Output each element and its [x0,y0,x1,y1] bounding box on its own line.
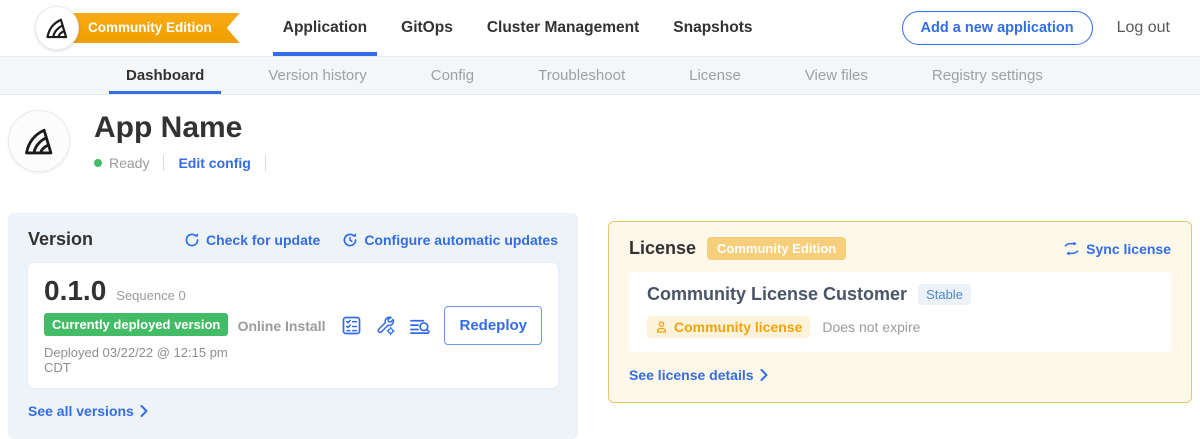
chevron-right-icon [760,369,768,381]
tab-view-files[interactable]: View files [788,57,885,94]
check-for-update-link[interactable]: Check for update [184,232,320,248]
preflight-checks-icon[interactable] [341,315,362,336]
brand: Community Edition [35,6,240,50]
nav-item-snapshots[interactable]: Snapshots [663,0,762,56]
chevron-right-icon [140,405,148,417]
configure-automatic-updates-label: Configure automatic updates [364,232,558,248]
channel-badge: Stable [918,284,971,305]
redeploy-button[interactable]: Redeploy [444,306,542,345]
tab-license[interactable]: License [672,57,758,94]
install-type-label: Online Install [238,318,326,334]
license-details-panel: Community License Customer Stable Commun… [629,272,1171,352]
see-all-versions-link[interactable]: See all versions [28,403,148,419]
edit-config-link[interactable]: Edit config [178,155,250,171]
license-card: License Community Edition Sync license C… [608,221,1192,403]
license-card-header: License Community Edition Sync license [629,237,1171,260]
logout-button[interactable]: Log out [1117,19,1170,37]
replicated-logo[interactable] [35,6,79,50]
deployed-timestamp: Deployed 03/22/22 @ 12:15 pm CDT [44,345,238,375]
version-actions: Online Install [238,306,542,345]
primary-nav: Application GitOps Cluster Management Sn… [266,0,770,56]
version-card-header: Version Check for update Configure au [28,229,558,250]
tab-config[interactable]: Config [414,57,491,94]
replicated-mark-icon [44,15,70,41]
community-edition-ribbon: Community Edition [64,13,240,43]
license-type-label: Community license [674,319,802,335]
app-logo-icon [22,124,56,158]
ready-status-dot [94,159,102,167]
license-card-actions: Sync license [1063,241,1171,257]
divider [265,155,266,171]
license-type-badge: Community license [647,316,810,338]
app-header: App Name Ready Edit config [0,95,1200,208]
refresh-icon [184,232,200,248]
tab-dashboard[interactable]: Dashboard [109,57,221,94]
app-status-row: Ready Edit config [94,155,280,171]
customer-name: Community License Customer [647,284,907,305]
configure-automatic-updates-link[interactable]: Configure automatic updates [342,232,558,248]
app-subnav: Dashboard Version history Config Trouble… [0,57,1200,95]
license-edition-badge: Community Edition [707,237,846,260]
version-card-actions: Check for update Configure automatic upd… [184,232,558,248]
expiration-text: Does not expire [822,319,920,335]
version-number: 0.1.0 [44,276,106,306]
license-card-title: License [629,238,696,259]
nav-item-gitops[interactable]: GitOps [391,0,463,56]
config-wrench-icon[interactable] [375,315,396,336]
check-for-update-label: Check for update [206,232,320,248]
tab-version-history[interactable]: Version history [251,57,383,94]
divider [163,155,164,171]
page-title: App Name [94,110,280,146]
see-license-details-label: See license details [629,367,754,383]
version-card: Version Check for update Configure au [8,213,578,439]
topnav-right: Add a new application Log out [902,11,1170,45]
view-diff-icon[interactable] [409,315,431,336]
person-icon [655,320,668,334]
sync-license-label: Sync license [1086,241,1171,257]
tab-registry-settings[interactable]: Registry settings [915,57,1060,94]
add-new-application-button[interactable]: Add a new application [902,11,1093,45]
sequence-label: Sequence 0 [116,288,185,303]
sync-icon [1063,241,1080,256]
version-card-title: Version [28,229,93,250]
nav-item-application[interactable]: Application [273,0,377,56]
version-info: 0.1.0 Sequence 0 Currently deployed vers… [44,276,238,375]
top-navbar: Community Edition Application GitOps Clu… [0,0,1200,57]
currently-deployed-badge: Currently deployed version [44,313,228,336]
nav-item-cluster-management[interactable]: Cluster Management [477,0,649,56]
sync-license-link[interactable]: Sync license [1063,241,1171,257]
tab-troubleshoot[interactable]: Troubleshoot [521,57,642,94]
app-avatar [8,110,70,172]
app-meta: App Name Ready Edit config [94,108,280,171]
auto-update-icon [342,232,358,248]
current-version-panel: 0.1.0 Sequence 0 Currently deployed vers… [28,263,558,388]
dashboard-cards: Version Check for update Configure au [0,208,1200,439]
status-badge: Ready [109,155,149,171]
see-license-details-link[interactable]: See license details [629,367,768,383]
see-all-versions-label: See all versions [28,403,134,419]
